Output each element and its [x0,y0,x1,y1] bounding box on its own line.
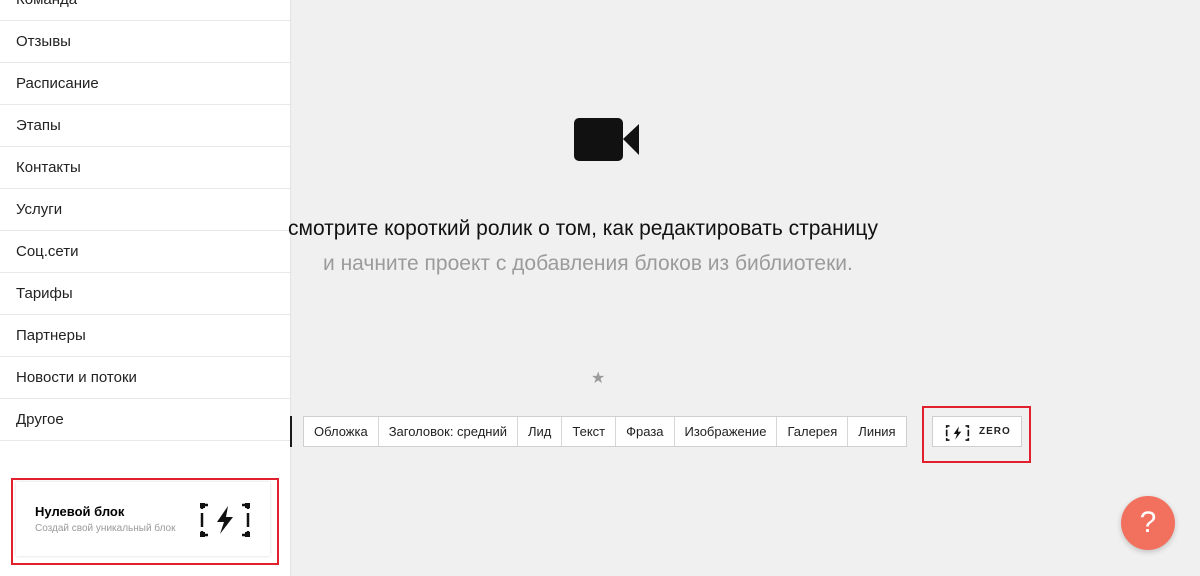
sidebar-item-reviews[interactable]: Отзывы [0,21,290,63]
quick-blocks-toolbar: Обложка Заголовок: средний Лид Текст Фра… [303,416,907,447]
toolbar-left-edge [290,416,292,447]
sidebar-item-stages[interactable]: Этапы [0,105,290,147]
sidebar-item-social[interactable]: Соц.сети [0,231,290,273]
sidebar-item-other[interactable]: Другое [0,399,290,441]
star-icon: ★ [591,370,606,387]
add-heading-button[interactable]: Заголовок: средний [379,417,519,446]
zero-button-highlight [922,406,1031,463]
tutorial-headline[interactable]: смотрите короткий ролик о том, как редак… [288,217,878,241]
add-gallery-button[interactable]: Галерея [777,417,849,446]
block-category-list: Команда Отзывы Расписание Этапы Контакты… [0,0,290,441]
add-cover-button[interactable]: Обложка [304,417,379,446]
sidebar-item-team[interactable]: Команда [0,0,290,21]
add-line-button[interactable]: Линия [848,417,905,446]
sidebar-item-contacts[interactable]: Контакты [0,147,290,189]
sidebar-item-services[interactable]: Услуги [0,189,290,231]
zero-block-card-highlight [11,478,279,565]
tutorial-subline: и начните проект с добавления блоков из … [323,252,853,275]
sidebar-item-pricing[interactable]: Тарифы [0,273,290,315]
add-quote-button[interactable]: Фраза [616,417,675,446]
add-image-button[interactable]: Изображение [675,417,778,446]
help-button[interactable]: ? [1121,496,1175,550]
add-lead-button[interactable]: Лид [518,417,563,446]
sidebar-item-partners[interactable]: Партнеры [0,315,290,357]
video-camera-icon[interactable] [574,118,640,162]
sidebar-item-schedule[interactable]: Расписание [0,63,290,105]
sidebar-item-news[interactable]: Новости и потоки [0,357,290,399]
add-text-button[interactable]: Текст [562,417,617,446]
